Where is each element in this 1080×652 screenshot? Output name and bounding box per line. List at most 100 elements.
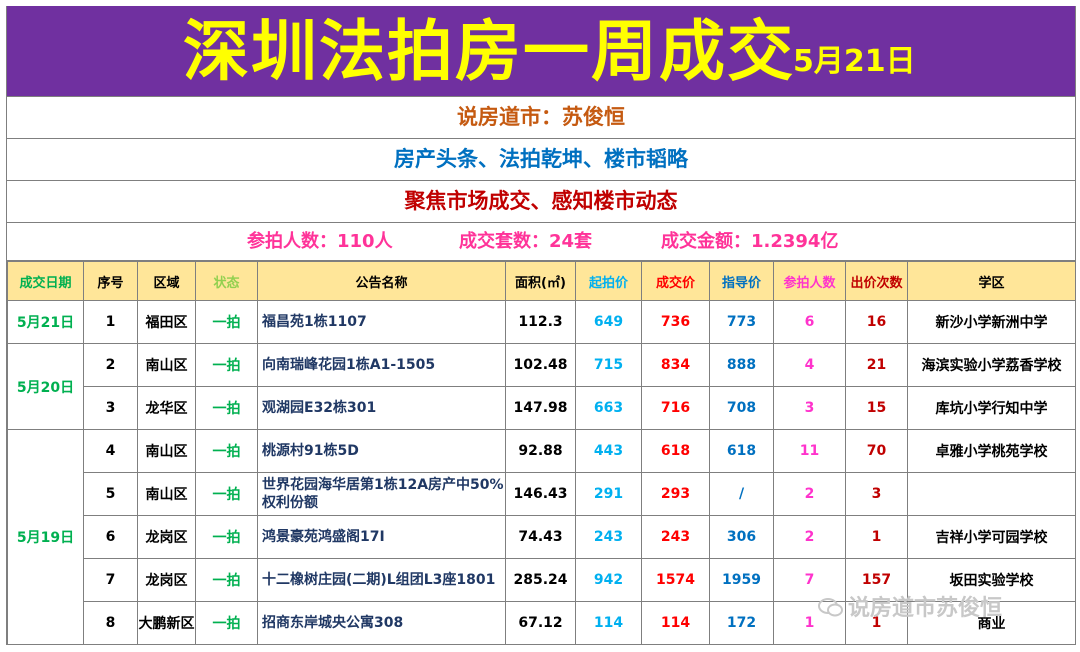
- watermark-text: 说房道市苏俊恒: [848, 596, 1003, 621]
- cell-deal-price: 716: [641, 386, 710, 430]
- col-header-school: 学区: [907, 261, 1076, 301]
- cell-date: 5月19日: [7, 429, 84, 645]
- cell-bidders: 2: [773, 515, 846, 559]
- col-header-guide-price: 指导价: [709, 261, 774, 301]
- cell-district: 龙岗区: [137, 558, 196, 602]
- cell-start-price: 443: [575, 429, 642, 473]
- col-header-date: 成交日期: [7, 261, 84, 301]
- col-header-district: 区域: [137, 261, 196, 301]
- cell-date: 5月20日: [7, 343, 84, 430]
- cell-area: 74.43: [505, 515, 576, 559]
- cell-no: 8: [83, 601, 138, 645]
- cell-start-price: 243: [575, 515, 642, 559]
- col-header-no: 序号: [83, 261, 138, 301]
- cell-no: 7: [83, 558, 138, 602]
- cell-guide-price: 708: [709, 386, 774, 430]
- cell-district: 南山区: [137, 429, 196, 473]
- cell-start-price: 942: [575, 558, 642, 602]
- stats-line: 参拍人数：110人 成交套数：24套 成交金额：1.2394亿: [7, 223, 1075, 261]
- cell-guide-price: 618: [709, 429, 774, 473]
- title-banner: 深圳法拍房一周成交 5月21日: [7, 6, 1075, 97]
- cell-bidders: 2: [773, 472, 846, 516]
- cell-date: 5月21日: [7, 300, 84, 344]
- cell-area: 102.48: [505, 343, 576, 387]
- table-row: 5月21日 1 福田区 一拍 福昌苑1栋1107 112.3 649 736 773 6 16 新沙小…: [7, 300, 1076, 344]
- cell-bidders: 4: [773, 343, 846, 387]
- table-row: 5月20日 2 南山区 一拍 向南瑞峰花园1栋A1-1505 102.48 715 834 88…: [7, 343, 1076, 430]
- cell-district: 福田区: [137, 300, 196, 344]
- cell-school: [907, 472, 1076, 516]
- cell-district: 龙岗区: [137, 515, 196, 559]
- cell-deal-price: 293: [641, 472, 710, 516]
- cell-guide-price: /: [709, 472, 774, 516]
- cell-no: 1: [83, 300, 138, 344]
- wechat-icon: [818, 598, 843, 617]
- cell-status: 一拍: [195, 558, 258, 602]
- col-header-deal-price: 成交价: [641, 261, 710, 301]
- col-header-name: 公告名称: [257, 261, 506, 301]
- col-header-bids: 出价次数: [845, 261, 908, 301]
- cell-deal-price: 618: [641, 429, 710, 473]
- cell-status: 一拍: [195, 515, 258, 559]
- report-sheet: 深圳法拍房一周成交 5月21日 说房道市：苏俊恒 房产头条、法拍乾坤、楼市韬略 …: [6, 6, 1076, 645]
- participants-stat: 参拍人数：110人: [247, 231, 393, 252]
- cell-name: 鸿景豪苑鸿盛阁17I: [257, 515, 506, 559]
- cell-area: 112.3: [505, 300, 576, 344]
- cell-area: 285.24: [505, 558, 576, 602]
- table-row: 3 龙华区 一拍 观湖园E32栋301 147.98 663 716 708 3 15 库坑小学行知…: [8, 386, 1076, 430]
- cell-district: 南山区: [137, 472, 196, 516]
- cell-status: 一拍: [195, 386, 258, 430]
- report-date: 5月21日: [793, 44, 916, 79]
- cell-area: 67.12: [505, 601, 576, 645]
- cell-status: 一拍: [195, 601, 258, 645]
- cell-bids: 3: [845, 472, 908, 516]
- cell-no: 2: [83, 343, 138, 387]
- cell-name: 向南瑞峰花园1栋A1-1505: [257, 343, 506, 387]
- table-row: 6 龙岗区 一拍 鸿景豪苑鸿盛阁17I 74.43 243 243 306 2 1 吉祥小学可园学校: [8, 515, 1076, 559]
- cell-status: 一拍: [195, 300, 258, 344]
- cell-no: 3: [83, 386, 138, 430]
- cell-deal-price: 834: [641, 343, 710, 387]
- cell-school: 库坑小学行知中学: [907, 386, 1076, 430]
- cell-name: 桃源村91栋5D: [257, 429, 506, 473]
- slogan-line-2: 聚焦市场成交、感知楼市动态: [7, 181, 1075, 223]
- amount-stat: 成交金额：1.2394亿: [661, 231, 839, 252]
- cell-name: 观湖园E32栋301: [257, 386, 506, 430]
- cell-bids: 70: [845, 429, 908, 473]
- col-header-bidders: 参拍人数: [773, 261, 846, 301]
- table-header-row: 成交日期 序号 区域 状态 公告名称 面积(㎡) 起拍价 成交价 指导价 参拍人…: [7, 261, 1076, 301]
- cell-status: 一拍: [195, 472, 258, 516]
- page-title: 深圳法拍房一周成交: [183, 13, 795, 90]
- cell-status: 一拍: [195, 343, 258, 387]
- cell-no: 4: [83, 429, 138, 473]
- cell-district: 南山区: [137, 343, 196, 387]
- cell-start-price: 715: [575, 343, 642, 387]
- cell-bids: 15: [845, 386, 908, 430]
- cell-area: 92.88: [505, 429, 576, 473]
- author-line: 说房道市：苏俊恒: [7, 97, 1075, 139]
- cell-guide-price: 1959: [709, 558, 774, 602]
- cell-deal-price: 114: [641, 601, 710, 645]
- cell-deal-price: 1574: [641, 558, 710, 602]
- cell-school: 吉祥小学可园学校: [907, 515, 1076, 559]
- cell-start-price: 291: [575, 472, 642, 516]
- cell-name: 世界花园海华居第1栋12A房产中50%权利份额: [257, 472, 506, 516]
- cell-bidders: 11: [773, 429, 846, 473]
- cell-area: 147.98: [505, 386, 576, 430]
- col-header-status: 状态: [195, 261, 258, 301]
- cell-bidders: 3: [773, 386, 846, 430]
- cell-start-price: 114: [575, 601, 642, 645]
- cell-guide-price: 172: [709, 601, 774, 645]
- cell-deal-price: 243: [641, 515, 710, 559]
- cell-area: 146.43: [505, 472, 576, 516]
- watermark: 说房道市苏俊恒: [818, 590, 1002, 622]
- table-row: 5月19日 4 南山区 一拍 桃源村91栋5D 92.88 443 618 618 11 70 卓雅小…: [7, 429, 1076, 645]
- table-row: 5 南山区 一拍 世界花园海华居第1栋12A房产中50%权利份额 146.43 291 29…: [8, 472, 1076, 516]
- cell-guide-price: 773: [709, 300, 774, 344]
- deals-stat: 成交套数：24套: [459, 231, 593, 252]
- cell-no: 5: [83, 472, 138, 516]
- cell-no: 6: [83, 515, 138, 559]
- cell-name: 十二橡树庄园(二期)L组团L3座1801: [257, 558, 506, 602]
- cell-deal-price: 736: [641, 300, 710, 344]
- cell-school: 海滨实验小学荔香学校: [907, 343, 1076, 387]
